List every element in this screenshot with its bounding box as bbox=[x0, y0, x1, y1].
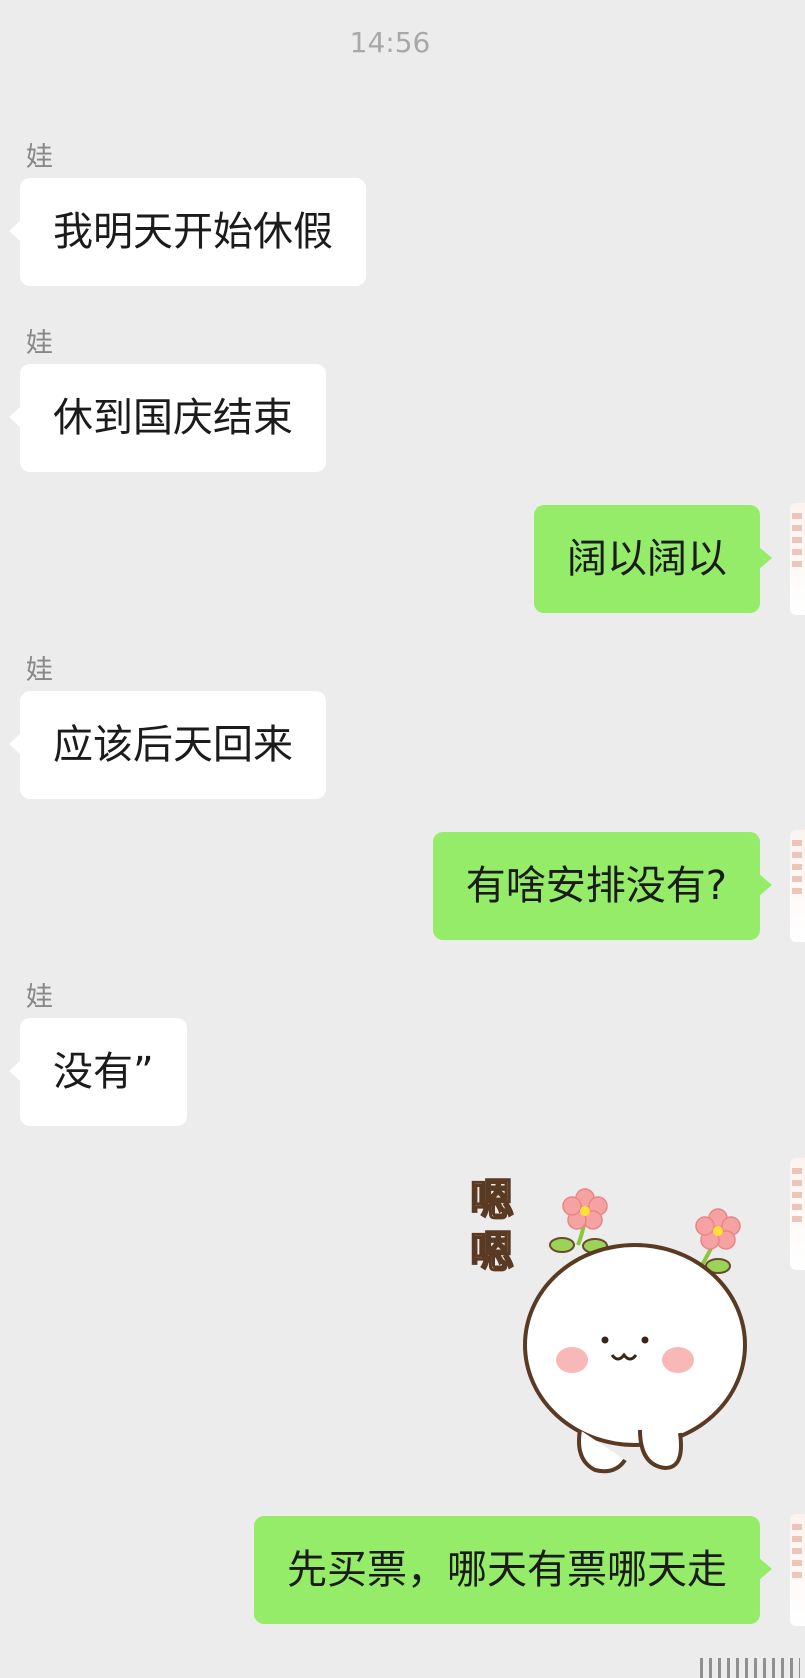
sender-name: 娃 bbox=[26, 982, 53, 1013]
sender-name: 娃 bbox=[26, 655, 53, 686]
incoming-message-bubble[interactable]: 没有” bbox=[9, 1018, 187, 1126]
chat-view[interactable]: 14:56 娃 我明天开始休假 娃 休到国庆结束 阔以阔以 娃 应该后天回来 有… bbox=[0, 0, 805, 1678]
message-timestamp: 14:56 bbox=[349, 26, 431, 59]
smiling-dumpling-sticker-icon[interactable]: 嗯嗯 bbox=[440, 1160, 760, 1480]
outgoing-message-bubble[interactable]: 阔以阔以 bbox=[534, 505, 772, 613]
outgoing-message-bubble[interactable]: 先买票，哪天有票哪天走 bbox=[254, 1516, 772, 1624]
user-avatar[interactable] bbox=[790, 1514, 805, 1626]
user-avatar[interactable] bbox=[790, 503, 805, 615]
user-avatar[interactable] bbox=[790, 1158, 805, 1270]
sticker-caption: 嗯嗯 bbox=[470, 1175, 514, 1278]
user-avatar[interactable] bbox=[790, 830, 805, 942]
incoming-message-bubble[interactable]: 应该后天回来 bbox=[9, 691, 326, 799]
outgoing-message-bubble[interactable]: 有啥安排没有? bbox=[432, 832, 773, 940]
incoming-message-bubble[interactable]: 我明天开始休假 bbox=[9, 178, 366, 286]
incoming-message-bubble[interactable]: 休到国庆结束 bbox=[9, 364, 326, 472]
sender-name: 娃 bbox=[26, 142, 53, 173]
sender-name: 娃 bbox=[26, 328, 53, 359]
bottom-decoration bbox=[700, 1658, 800, 1678]
